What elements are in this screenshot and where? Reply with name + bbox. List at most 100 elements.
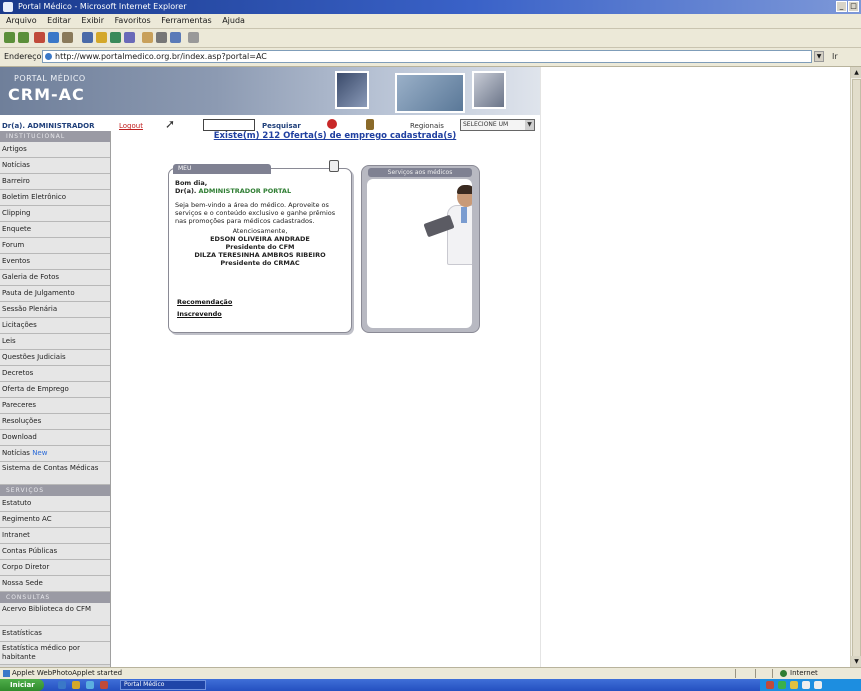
sidebar-item[interactable]: Estatística médico por habitante [0,642,110,665]
sidebar-item[interactable]: Forum [0,238,110,254]
sidebar-item[interactable]: Contas Públicas [0,544,110,560]
recommendation-link[interactable]: Recomendação [177,296,232,308]
stop-icon[interactable] [34,32,45,43]
quicklaunch-folder-icon[interactable] [72,681,80,689]
forward-icon[interactable] [18,32,29,43]
sidebar-item[interactable]: Decretos [0,366,110,382]
sidebar-item[interactable]: Enquete [0,222,110,238]
sidebar-item[interactable]: Sistema de Contas Médicas [0,462,110,485]
quicklaunch-ie-icon[interactable] [58,681,66,689]
tray-icon[interactable] [814,681,822,689]
status-bar: Applet WebPhotoApplet started Internet [0,667,861,679]
sidebar-item[interactable]: Sessão Plenária [0,302,110,318]
favorites-icon[interactable] [96,32,107,43]
address-url: http://www.portalmedico.org.br/index.asp… [55,52,267,61]
refresh-icon[interactable] [48,32,59,43]
quicklaunch-desktop-icon[interactable] [86,681,94,689]
quicklaunch-media-icon[interactable] [100,681,108,689]
menu-favoritos[interactable]: Favoritos [115,16,151,25]
tray-icon[interactable] [790,681,798,689]
caduceus-icon[interactable] [366,119,374,130]
ie-icon [3,2,13,12]
sidebar-item[interactable]: Regimento AC [0,512,110,528]
minimize-button[interactable]: _ [836,1,847,12]
services-tab[interactable]: Serviços aos médicos [368,168,472,177]
address-dropdown-icon[interactable]: ▼ [814,51,824,62]
sidebar-item[interactable]: Notícias [0,158,110,174]
sidebar-item[interactable]: Oferta de Emprego [0,382,110,398]
apple-icon[interactable] [327,119,337,129]
tray-icon[interactable] [802,681,810,689]
internet-zone-icon [780,670,787,677]
vertical-scrollbar[interactable]: ▲ ▼ [850,67,861,667]
search-input[interactable] [203,119,255,131]
address-label: Endereço [4,52,42,61]
menu-ferramentas[interactable]: Ferramentas [161,16,211,25]
sidebar-item[interactable]: Resoluções [0,414,110,430]
search-icon[interactable] [82,32,93,43]
tray-icon[interactable] [778,681,786,689]
taskbar-window-button[interactable]: Portal Médico [120,680,206,690]
print-icon[interactable] [156,32,167,43]
menu-editar[interactable]: Editar [47,16,71,25]
sidebar-item[interactable]: Licitações [0,318,110,334]
sidebar-item[interactable]: Estatuto [0,496,110,512]
go-button[interactable]: Ir [832,48,838,66]
regional-select[interactable]: SELECIONE UM ▼ [460,119,535,131]
menu-exibir[interactable]: Exibir [81,16,104,25]
taskbar: Iniciar Portal Médico [0,679,861,691]
sidebar-item[interactable]: Galeria de Fotos [0,270,110,286]
sidebar-item[interactable]: Download [0,430,110,446]
status-divider [735,669,736,678]
signature-2-name: DILZA TERESINHA AMBROS RIBEIRO [194,251,326,259]
tray-icon[interactable] [766,681,774,689]
welcome-intro: Seja bem-vindo a área do médico. Aprovei… [175,201,336,225]
scroll-thumb[interactable] [852,79,861,657]
start-button[interactable]: Iniciar [0,679,44,691]
job-offers-link[interactable]: Existe(m) 212 Oferta(s) de emprego cadas… [170,131,500,141]
menu-bar: Arquivo Editar Exibir Favoritos Ferramen… [0,14,861,29]
back-icon[interactable] [4,32,15,43]
sidebar-item[interactable]: Barreiro [0,174,110,190]
sidebar-item[interactable]: Clipping [0,206,110,222]
media-icon[interactable] [110,32,121,43]
security-zone: Internet [790,669,818,677]
sidebar-section-header: INSTITUCIONAL [0,131,110,142]
mail-icon[interactable] [142,32,153,43]
home-icon[interactable] [62,32,73,43]
menu-arquivo[interactable]: Arquivo [6,16,37,25]
window-title: Portal Médico - Microsoft Internet Explo… [18,2,187,11]
portal-label: PORTAL MÉDICO [14,74,86,83]
sidebar-item[interactable]: Pareceres [0,398,110,414]
sidebar-item[interactable]: Corpo Diretor [0,560,110,576]
status-divider [772,669,773,678]
scroll-down-icon[interactable]: ▼ [851,656,861,667]
scroll-up-icon[interactable]: ▲ [851,67,861,78]
new-badge: New [32,449,48,457]
sidebar-item[interactable]: Pauta de Julgamento [0,286,110,302]
sidebar-item-noticias-new[interactable]: Notícias New [0,446,110,462]
welcome-panel: MEU Bom dia, Dr(a). ADMINISTRADOR PORTAL… [168,160,352,333]
sidebar-item[interactable]: Acervo Biblioteca do CFM [0,603,110,626]
sidebar-item[interactable]: Eventos [0,254,110,270]
signature-1-name: EDSON OLIVEIRA ANDRADE [210,235,310,243]
toolbar [0,29,861,48]
discuss-icon[interactable] [188,32,199,43]
sidebar-item[interactable]: Boletim Eletrônico [0,190,110,206]
maximize-button[interactable]: □ [848,1,859,12]
menu-ajuda[interactable]: Ajuda [222,16,245,25]
edit-icon[interactable] [170,32,181,43]
doctor-tie [461,207,467,223]
mouse-cursor-icon: ➚ [165,117,176,131]
sidebar-item[interactable]: Estatísticas [0,626,110,642]
history-icon[interactable] [124,32,135,43]
subscribe-link[interactable]: Inscrevendo [177,308,232,320]
sidebar-item[interactable]: Questões Judiciais [0,350,110,366]
sidebar-item[interactable]: Nossa Sede [0,576,110,592]
logout-link[interactable]: Logout [119,118,143,134]
address-input[interactable]: http://www.portalmedico.org.br/index.asp… [42,50,812,63]
sidebar-item[interactable]: Leis [0,334,110,350]
sidebar-item[interactable]: Intranet [0,528,110,544]
sidebar-item[interactable]: Artigos [0,142,110,158]
crm-logo[interactable]: CRM-AC [8,85,85,104]
